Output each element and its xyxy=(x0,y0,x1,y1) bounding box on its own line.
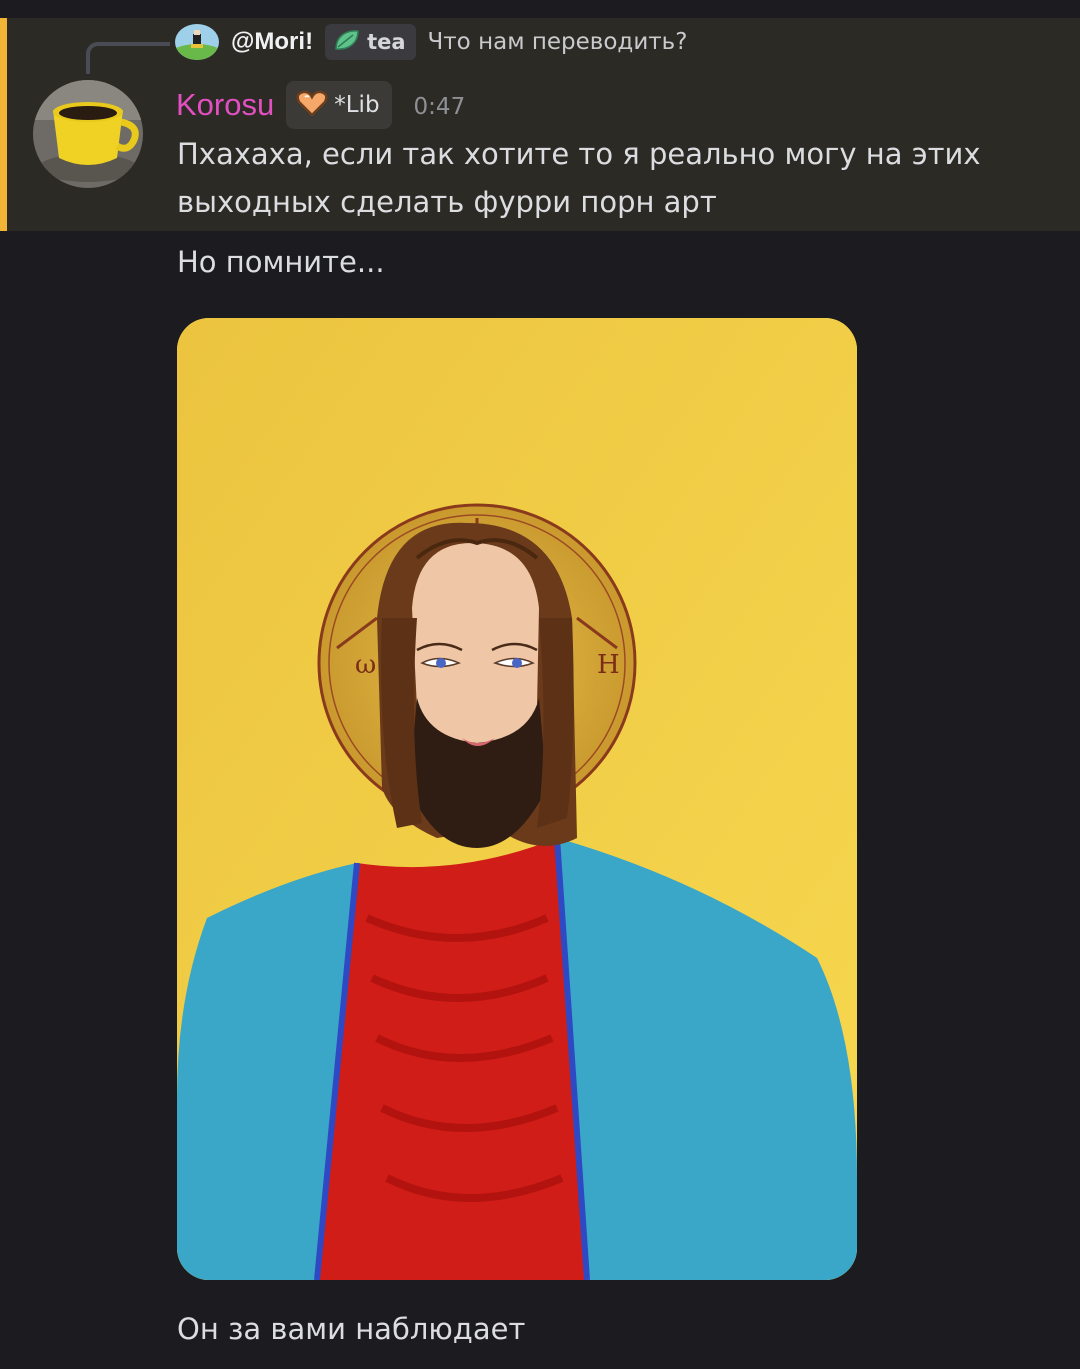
reply-role-tag: tea xyxy=(325,24,416,60)
heart-icon xyxy=(296,89,328,121)
message-text-1: Пхахаха, если так хотите то я реально мо… xyxy=(177,137,981,219)
message-text-2: Но помните... xyxy=(177,245,385,279)
halo-left-glyph: ω xyxy=(355,650,376,680)
leaf-icon xyxy=(333,27,361,57)
halo-right-glyph: Н xyxy=(597,650,620,680)
reply-spine xyxy=(86,42,170,74)
author-avatar[interactable] xyxy=(33,80,143,188)
message-timestamp: 0:47 xyxy=(413,94,466,120)
message-text-3: Он за вами наблюдает xyxy=(177,1312,526,1346)
reply-avatar[interactable] xyxy=(175,24,219,60)
role-label: *Lib xyxy=(334,92,380,118)
image-attachment[interactable]: ω Н xyxy=(177,318,857,1280)
reply-role-label: tea xyxy=(367,30,406,54)
message-header: Korosu *Lib 0:47 xyxy=(176,80,465,130)
top-strip xyxy=(0,0,1080,18)
author-name[interactable]: Korosu xyxy=(176,87,274,123)
reply-username[interactable]: @Mori! xyxy=(231,28,313,56)
mention-highlight-bar xyxy=(0,18,7,231)
reply-preview-text[interactable]: Что нам переводить? xyxy=(428,29,688,55)
role-tag[interactable]: *Lib xyxy=(286,81,392,129)
reply-reference[interactable]: @Mori! tea Что нам переводить? xyxy=(175,22,687,62)
